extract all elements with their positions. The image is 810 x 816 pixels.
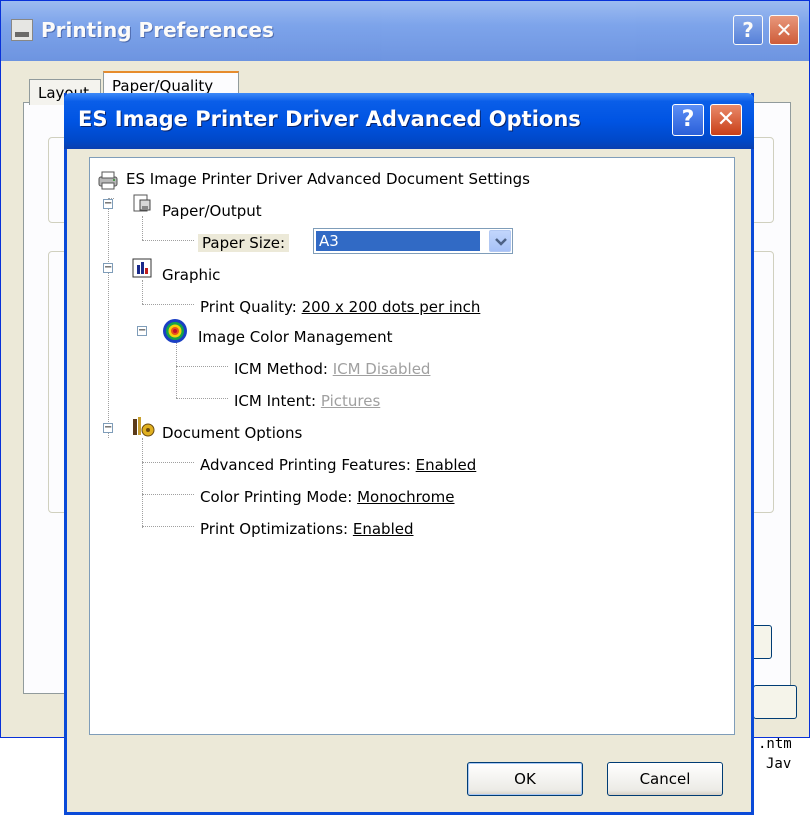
icm-intent-label: ICM Intent: [234,392,321,410]
print-optimizations-item[interactable]: Print Optimizations: Enabled [200,520,414,538]
advanced-printing-value[interactable]: Enabled [416,456,477,474]
tree-root-label[interactable]: ES Image Printer Driver Advanced Documen… [126,170,530,188]
dialog-title: ES Image Printer Driver Advanced Options [78,107,581,131]
tree-connector [142,526,194,527]
tree-connector [176,342,177,398]
printer-icon [98,171,118,190]
color-printing-value[interactable]: Monochrome [357,488,454,506]
print-quality-label: Print Quality: [200,298,302,316]
icm-method-label: ICM Method: [234,360,333,378]
print-optimizations-value[interactable]: Enabled [353,520,414,538]
chevron-down-icon [495,238,507,246]
graphic-label[interactable]: Graphic [162,266,220,284]
icm-method-item[interactable]: ICM Method: ICM Disabled [234,360,430,378]
bg-help-button[interactable]: ? [733,15,763,45]
tree-connector [142,216,143,240]
color-printing-item[interactable]: Color Printing Mode: Monochrome [200,488,455,506]
advanced-printing-label: Advanced Printing Features: [200,456,416,474]
collapse-graphic[interactable]: − [103,263,113,273]
cancel-button[interactable]: Cancel [607,762,723,796]
tree-connector [142,462,194,463]
bg-text-fragment: Jav [766,756,792,772]
color-printing-label: Color Printing Mode: [200,488,358,506]
paper-output-icon [133,194,151,212]
bg-close-button[interactable]: ✕ [769,15,799,45]
bg-text-fragment: .ntm [758,736,792,752]
icm-intent-value: Pictures [320,392,381,410]
print-quality-item[interactable]: Print Quality: 200 x 200 dots per inch [200,298,480,316]
paper-size-value: A3 [316,231,480,251]
tree-connector [142,494,194,495]
graphic-icon [132,258,152,278]
bg-title-bar: Printing Preferences ? ✕ [1,1,809,61]
advanced-printing-item[interactable]: Advanced Printing Features: Enabled [200,456,476,474]
color-management-icon [163,319,187,343]
collapse-document-options[interactable]: − [103,423,113,433]
dialog-close-button[interactable]: ✕ [710,104,742,136]
tree-connector [176,398,228,399]
document-options-label[interactable]: Document Options [162,424,302,442]
ok-button[interactable]: OK [467,762,583,796]
print-quality-value[interactable]: 200 x 200 dots per inch [302,298,481,316]
advanced-options-dialog: ES Image Printer Driver Advanced Options… [64,93,754,815]
tree-connector [142,438,143,528]
tree-connector [176,366,228,367]
icm-intent-item[interactable]: ICM Intent: Pictures [234,392,380,410]
collapse-paper-output[interactable]: − [103,199,113,209]
icm-label[interactable]: Image Color Management [198,328,393,346]
paper-size-label: Paper Size: [198,234,290,252]
paper-output-label[interactable]: Paper/Output [162,202,262,220]
collapse-icm[interactable]: − [137,326,147,336]
paper-size-select[interactable]: A3 [313,228,513,254]
print-optimizations-label: Print Optimizations: [200,520,353,538]
dropdown-button[interactable] [489,230,511,252]
document-options-icon [133,417,155,437]
tree-connector [108,198,109,438]
bg-window-title: Printing Preferences [41,18,274,42]
printer-icon [11,19,33,41]
tree-connector [142,240,194,241]
dialog-title-bar: ES Image Printer Driver Advanced Options… [64,93,754,149]
tree-connector [142,304,194,305]
dialog-help-button[interactable]: ? [672,104,704,136]
icm-method-value: ICM Disabled [332,360,431,378]
tree-connector [142,280,143,304]
bg-apply-button[interactable] [753,685,797,719]
